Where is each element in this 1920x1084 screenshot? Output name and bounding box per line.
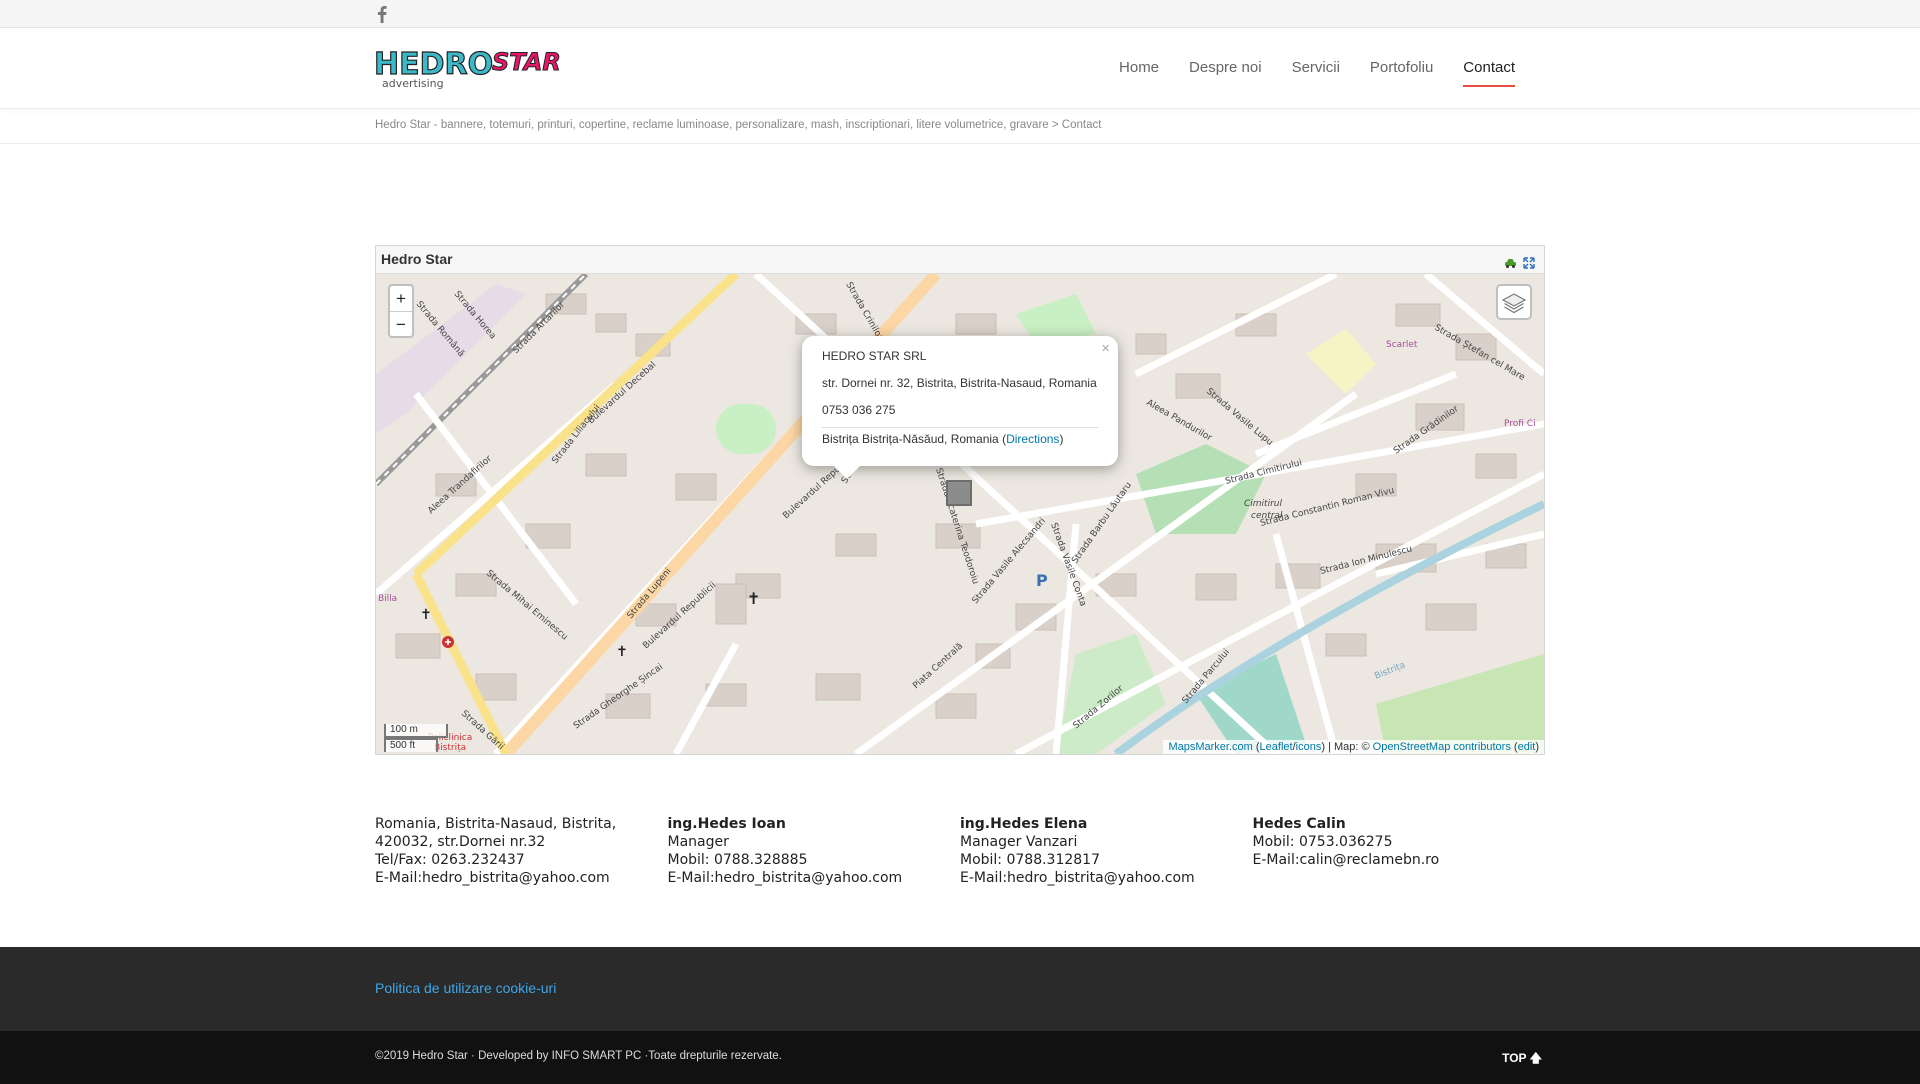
arrow-up-icon: 🡅 <box>1529 1051 1542 1065</box>
popup-close-icon[interactable]: × <box>1101 340 1110 357</box>
car-icon[interactable] <box>1504 254 1517 268</box>
breadcrumb-bar: Hedro Star - bannere, totemuri, printuri… <box>0 108 1920 144</box>
contact-line: Romania, Bistrita-Nasaud, Bistrita, <box>375 816 617 832</box>
contact-line: E-Mail:calin@reclamebn.ro <box>1252 852 1440 868</box>
facebook-icon[interactable] <box>375 4 389 24</box>
copyright-text: ©2019 Hedro Star · Developed by INFO SMA… <box>375 1050 782 1062</box>
main-nav: Home Despre noi Servicii Portofoliu Cont… <box>1104 28 1530 108</box>
parking-icon: P <box>1036 571 1048 590</box>
map-scale: 100 m 500 ft <box>384 724 448 752</box>
contact-line: E-Mail:hedro_bistrita@yahoo.com <box>960 870 1195 886</box>
mapsmarker-link[interactable]: MapsMarker.com <box>1168 741 1252 753</box>
contact-line: Tel/Fax: 0263.232437 <box>375 852 525 868</box>
contact-hedes-elena: ing.Hedes Elena Manager Vanzari Mobil: 0… <box>960 815 1253 887</box>
logo-accent-text: STAR <box>492 48 561 76</box>
nav-despre-noi[interactable]: Despre noi <box>1174 28 1277 108</box>
popup-directions-link[interactable]: Directions <box>1006 432 1059 446</box>
popup-address: str. Dornei nr. 32, Bistrita, Bistrita-N… <box>822 376 1097 390</box>
layers-icon <box>1501 293 1527 314</box>
site-footer: Politica de utilizare cookie-uri <box>0 947 1920 1031</box>
contact-line: E-Mail:hedro_bistrita@yahoo.com <box>375 870 610 886</box>
contact-company: Romania, Bistrita-Nasaud, Bistrita, 4200… <box>375 815 668 887</box>
top-label: TOP <box>1502 1051 1527 1065</box>
label-scarlet: Scarlet <box>1386 340 1418 350</box>
contact-line: Mobil: 0788.328885 <box>667 852 808 868</box>
nav-servicii[interactable]: Servicii <box>1277 28 1355 108</box>
osm-link[interactable]: OpenStreetMap contributors <box>1373 741 1511 753</box>
back-to-top-button[interactable]: TOP 🡅 <box>1502 1049 1542 1070</box>
zoom-in-button[interactable]: + <box>390 286 412 311</box>
popup-phone: 0753 036 275 <box>822 403 896 417</box>
contact-hedes-ioan: ing.Hedes Ioan Manager Mobil: 0788.32888… <box>668 815 961 887</box>
contact-name: ing.Hedes Ioan <box>667 816 786 832</box>
map-attribution: MapsMarker.com (Leaflet/icons) | Map: © … <box>1163 740 1544 754</box>
label-profi: Profi Ci <box>1504 419 1536 429</box>
nav-portofoliu[interactable]: Portofoliu <box>1355 28 1448 108</box>
map-canvas[interactable]: Bulevardul Decebal Bulevardul Republicii… <box>376 274 1544 754</box>
label-billa: Billa <box>378 594 397 604</box>
zoom-out-button[interactable]: − <box>390 311 412 336</box>
edit-link[interactable]: edit <box>1518 741 1536 753</box>
label-cimitirul: Cimitirul <box>1244 499 1282 509</box>
popup-tip <box>833 465 861 479</box>
scale-imperial: 500 ft <box>384 738 438 752</box>
attribution-paren-close-2: ) <box>1535 741 1539 753</box>
attribution-map-prefix: | Map: © <box>1328 741 1370 753</box>
fullscreen-icon[interactable] <box>1523 254 1536 269</box>
icons-link[interactable]: icons <box>1296 741 1322 753</box>
nav-home[interactable]: Home <box>1104 28 1174 108</box>
contact-hedes-calin: Hedes Calin Mobil: 0753.036275 E-Mail:ca… <box>1253 815 1546 887</box>
contact-line: E-Mail:hedro_bistrita@yahoo.com <box>667 870 903 886</box>
leaflet-link[interactable]: Leaflet <box>1260 741 1293 753</box>
logo-tagline: advertising <box>382 77 444 90</box>
church-icon: ✝ <box>747 589 760 608</box>
park-area <box>716 404 776 454</box>
contact-name: Hedes Calin <box>1252 816 1346 832</box>
attribution-paren-close: ) <box>1321 741 1325 753</box>
map-widget: Hedro Star Bulevardul Decebal Bulevardul… <box>375 245 1545 755</box>
contact-line: Manager Vanzari <box>960 834 1078 850</box>
top-bar <box>0 0 1920 28</box>
cookie-policy-link[interactable]: Politica de utilizare cookie-uri <box>375 980 556 996</box>
contact-name: ing.Hedes Elena <box>960 816 1088 832</box>
map-title: Hedro Star <box>381 251 453 267</box>
map-header: Hedro Star <box>376 246 1544 274</box>
church-icon-west: ✝ <box>420 607 432 623</box>
layers-button[interactable] <box>1496 284 1532 320</box>
site-header: HEDRO STAR advertising Home Despre noi S… <box>0 28 1920 108</box>
site-logo[interactable]: HEDRO STAR advertising <box>373 40 578 90</box>
popup-location: Bistrița Bistrița-Năsăud, Romania <box>822 432 999 446</box>
popup-company: HEDRO STAR SRL <box>822 349 927 363</box>
marker-popup: × HEDRO STAR SRL str. Dornei nr. 32, Bis… <box>802 336 1118 466</box>
contact-line: 420032, str.Dornei nr.32 <box>375 834 546 850</box>
popup-directions-row: Bistrița Bistrița-Năsăud, Romania (Direc… <box>822 427 1098 446</box>
map-marker[interactable] <box>946 480 972 506</box>
scale-metric: 100 m <box>384 724 448 738</box>
contact-line: Mobil: 0788.312817 <box>960 852 1100 868</box>
contact-line: Manager <box>667 834 729 850</box>
church-icon-south: ✝ <box>616 644 628 660</box>
zoom-control: + − <box>388 284 414 338</box>
nav-contact[interactable]: Contact <box>1448 28 1530 108</box>
contact-line: Mobil: 0753.036275 <box>1252 834 1393 850</box>
breadcrumb[interactable]: Hedro Star - bannere, totemuri, printuri… <box>375 119 1101 131</box>
contact-info: Romania, Bistrita-Nasaud, Bistrita, 4200… <box>375 815 1545 887</box>
bottom-bar: ©2019 Hedro Star · Developed by INFO SMA… <box>0 1031 1920 1084</box>
